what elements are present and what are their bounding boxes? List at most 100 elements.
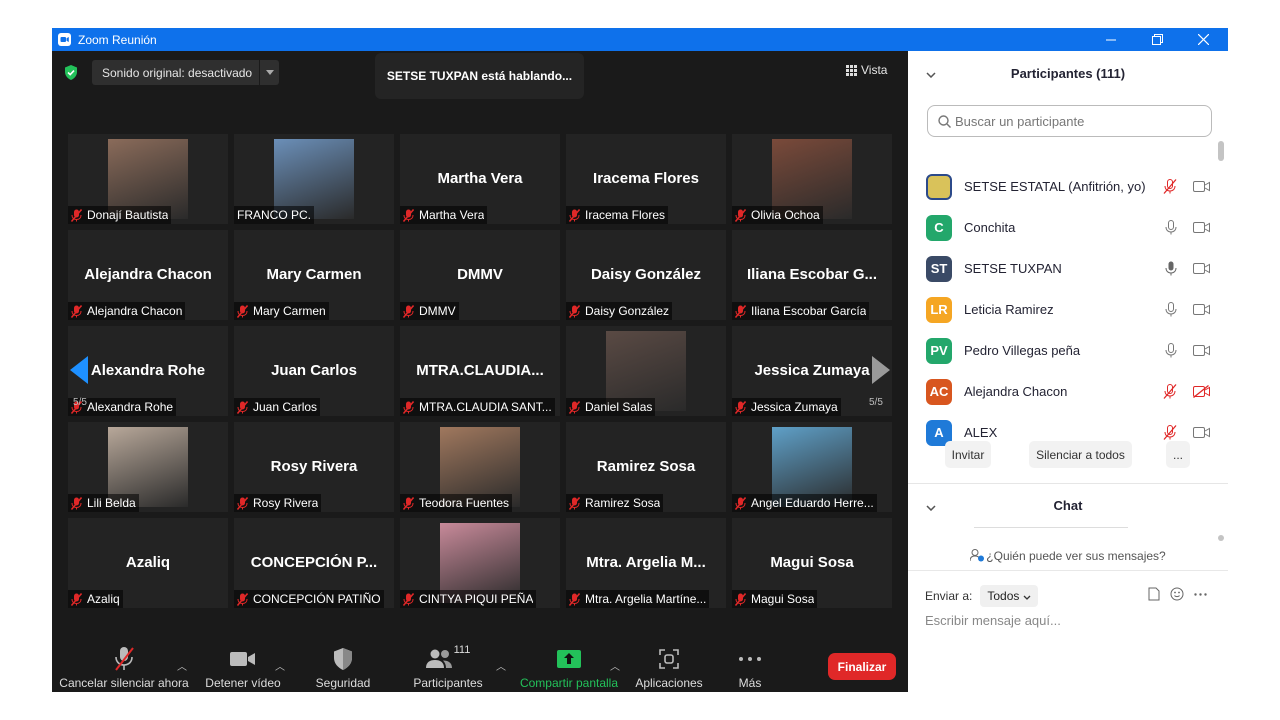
- security-button[interactable]: Seguridad: [310, 646, 376, 690]
- video-tile[interactable]: Iracema Flores Iracema Flores: [566, 134, 726, 224]
- chevron-down-icon[interactable]: [259, 60, 279, 85]
- microphone-muted-icon[interactable]: [1163, 179, 1177, 194]
- tile-name-label: Azaliq: [68, 590, 123, 608]
- unmute-button[interactable]: Cancelar silenciar ahora: [59, 646, 189, 690]
- video-tile[interactable]: Donají Bautista: [68, 134, 228, 224]
- microphone-muted-icon: [237, 592, 253, 606]
- participant-row[interactable]: AC Alejandra Chacon: [926, 371, 1216, 412]
- next-page-arrow-icon[interactable]: [872, 356, 890, 389]
- participant-row[interactable]: C Conchita: [926, 207, 1216, 248]
- share-screen-label: Compartir pantalla: [519, 676, 619, 690]
- restore-button[interactable]: [1134, 28, 1180, 51]
- tile-name-label: Angel Eduardo Herre...: [732, 494, 877, 512]
- video-tile[interactable]: DMMV DMMV: [400, 230, 560, 320]
- video-tile[interactable]: Lili Belda: [68, 422, 228, 512]
- apps-button[interactable]: Aplicaciones: [632, 646, 706, 690]
- audio-options-caret-icon[interactable]: ︿: [177, 658, 187, 673]
- video-tile[interactable]: Angel Eduardo Herre...: [732, 422, 892, 512]
- tile-name-text: Iracema Flores: [585, 208, 666, 222]
- video-camera-icon[interactable]: [1193, 345, 1210, 356]
- more-options-icon[interactable]: [1194, 592, 1207, 596]
- microphone-muted-icon: [403, 496, 419, 510]
- send-to-label: Enviar a:: [925, 589, 973, 603]
- send-to-dropdown[interactable]: Todos: [980, 585, 1038, 607]
- video-tile[interactable]: Martha Vera Martha Vera: [400, 134, 560, 224]
- more-dots-icon: [739, 646, 761, 672]
- video-tile[interactable]: Alexandra Rohe Alexandra Rohe: [68, 326, 228, 416]
- video-tile[interactable]: Jessica Zumaya Jessica Zumaya: [732, 326, 892, 416]
- encryption-shield-icon[interactable]: [64, 65, 78, 85]
- video-camera-icon[interactable]: [1193, 304, 1210, 315]
- participant-row[interactable]: SETSE ESTATAL (Anfitrión, yo): [926, 166, 1216, 207]
- invite-button[interactable]: Invitar: [945, 441, 991, 468]
- close-button[interactable]: [1180, 28, 1226, 51]
- microphone-muted-icon[interactable]: [1163, 425, 1177, 440]
- tile-name-text: Ramirez Sosa: [585, 496, 661, 510]
- tile-display-name: Alexandra Rohe: [90, 362, 206, 379]
- previous-page-arrow-icon[interactable]: [70, 356, 88, 389]
- participant-search-input[interactable]: Buscar un participante: [927, 105, 1212, 137]
- video-off-icon[interactable]: [1193, 385, 1210, 398]
- video-tile[interactable]: Daniel Salas: [566, 326, 726, 416]
- share-screen-button[interactable]: Compartir pantalla: [518, 646, 620, 690]
- video-tile[interactable]: Mary Carmen Mary Carmen: [234, 230, 394, 320]
- microphone-muted-icon[interactable]: [1163, 384, 1177, 399]
- microphone-icon[interactable]: [1165, 343, 1177, 358]
- video-tile[interactable]: FRANCO PC.: [234, 134, 394, 224]
- microphone-icon[interactable]: [1165, 261, 1177, 276]
- microphone-muted-icon: [71, 208, 87, 222]
- panel-divider: [908, 483, 1228, 484]
- video-tile[interactable]: Olivia Ochoa: [732, 134, 892, 224]
- avatar: AC: [926, 378, 952, 405]
- more-button[interactable]: Más: [730, 646, 770, 690]
- avatar-initials: LR: [930, 302, 948, 317]
- share-options-caret-icon[interactable]: ︿: [610, 658, 620, 673]
- video-tile[interactable]: Azaliq Azaliq: [68, 518, 228, 608]
- video-tile[interactable]: Teodora Fuentes: [400, 422, 560, 512]
- participants-options-caret-icon[interactable]: ︿: [496, 658, 506, 673]
- who-can-see-link[interactable]: ¿Quién puede ver sus mensajes?: [908, 549, 1228, 563]
- chat-message-input[interactable]: Escribir mensaje aquí...: [925, 613, 1061, 628]
- unmute-label: Cancelar silenciar ahora: [59, 676, 189, 690]
- original-sound-toggle[interactable]: Sonido original: desactivado: [92, 60, 279, 85]
- microphone-muted-icon: [403, 400, 419, 414]
- end-meeting-button[interactable]: Finalizar: [828, 653, 896, 680]
- video-tile[interactable]: CONCEPCIÓN P... CONCEPCIÓN PATIÑO: [234, 518, 394, 608]
- video-tile[interactable]: Daisy González Daisy González: [566, 230, 726, 320]
- participants-more-button[interactable]: ...: [1166, 441, 1190, 468]
- video-tile[interactable]: MTRA.CLAUDIA... MTRA.CLAUDIA SANT...: [400, 326, 560, 416]
- participant-list-scrollbar[interactable]: [1218, 141, 1224, 161]
- video-camera-icon[interactable]: [1193, 427, 1210, 438]
- participant-row[interactable]: PV Pedro Villegas peña: [926, 330, 1216, 371]
- view-button[interactable]: Vista: [846, 63, 887, 77]
- video-camera-icon[interactable]: [1193, 222, 1210, 233]
- video-camera-icon[interactable]: [1193, 181, 1210, 192]
- minimize-button[interactable]: [1088, 28, 1134, 51]
- participant-row[interactable]: LR Leticia Ramirez: [926, 289, 1216, 330]
- mute-all-button[interactable]: Silenciar a todos: [1029, 441, 1132, 468]
- file-icon[interactable]: [1148, 587, 1160, 601]
- microphone-icon[interactable]: [1165, 220, 1177, 235]
- tile-name-label: Teodora Fuentes: [400, 494, 513, 512]
- video-tile[interactable]: Mtra. Argelia M... Mtra. Argelia Martíne.…: [566, 518, 726, 608]
- video-tile[interactable]: Juan Carlos Juan Carlos: [234, 326, 394, 416]
- participants-button[interactable]: 111 Participantes: [408, 644, 488, 690]
- video-camera-icon[interactable]: [1193, 263, 1210, 274]
- video-tile[interactable]: Rosy Rivera Rosy Rivera: [234, 422, 394, 512]
- participant-row[interactable]: ST SETSE TUXPAN: [926, 248, 1216, 289]
- microphone-icon[interactable]: [1165, 302, 1177, 317]
- video-tile[interactable]: Alejandra Chacon Alejandra Chacon: [68, 230, 228, 320]
- video-tile[interactable]: CINTYA PIQUI PEÑA: [400, 518, 560, 608]
- avatar: C: [926, 214, 952, 241]
- chat-scrollbar[interactable]: [1218, 535, 1224, 541]
- tile-name-text: FRANCO PC.: [237, 208, 312, 222]
- video-tile[interactable]: Ramirez Sosa Ramirez Sosa: [566, 422, 726, 512]
- microphone-muted-icon: [735, 400, 751, 414]
- stop-video-button[interactable]: Detener vídeo: [204, 646, 282, 690]
- zoom-window: Zoom Reunión Sonido original: desactivad…: [52, 28, 1228, 692]
- video-tile[interactable]: Iliana Escobar G... Iliana Escobar García: [732, 230, 892, 320]
- video-tile[interactable]: Magui Sosa Magui Sosa: [732, 518, 892, 608]
- emoji-icon[interactable]: [1170, 587, 1184, 601]
- tile-display-name: Martha Vera: [437, 170, 523, 187]
- video-options-caret-icon[interactable]: ︿: [275, 658, 285, 673]
